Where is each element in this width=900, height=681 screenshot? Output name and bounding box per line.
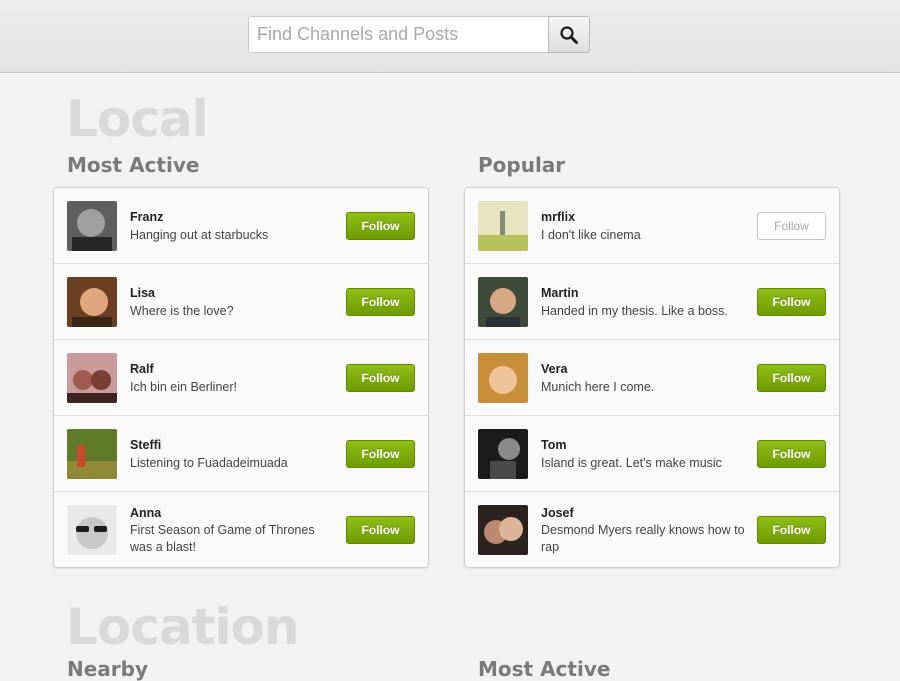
user-status: Hanging out at starbucks [130, 228, 269, 242]
user-status: Handed in my thesis. Like a boss. [541, 304, 728, 318]
list-item: Steffi Listening to Fuadadeimuada Follow [54, 416, 428, 492]
search-input[interactable] [248, 16, 549, 53]
follow-button[interactable]: Follow [757, 516, 826, 544]
avatar[interactable] [67, 201, 117, 251]
local-popular-title: Popular [478, 153, 566, 177]
user-status: Munich here I come. [541, 380, 655, 394]
user-name[interactable]: Josef [541, 506, 574, 520]
avatar[interactable] [67, 429, 117, 479]
user-name[interactable]: Anna [130, 506, 161, 520]
avatar[interactable] [478, 505, 528, 555]
list-item: Martin Handed in my thesis. Like a boss.… [465, 264, 839, 340]
list-item: Franz Hanging out at starbucks Follow [54, 188, 428, 264]
follow-button[interactable]: Follow [757, 440, 826, 468]
user-name[interactable]: Steffi [130, 438, 161, 452]
location-nearby-title: Nearby [67, 657, 149, 681]
list-item: Tom Island is great. Let's make music Fo… [465, 416, 839, 492]
follow-button[interactable]: Follow [346, 212, 415, 240]
follow-button[interactable]: Follow [346, 440, 415, 468]
list-item: Lisa Where is the love? Follow [54, 264, 428, 340]
avatar[interactable] [67, 505, 117, 555]
follow-button[interactable]: Follow [757, 212, 826, 240]
user-status: Ich bin ein Berliner! [130, 380, 238, 394]
section-title-local: Local [66, 90, 209, 148]
follow-button[interactable]: Follow [346, 516, 415, 544]
user-status: I don't like cinema [541, 228, 641, 242]
local-popular-panel: mrflix I don't like cinema Follow Martin… [464, 187, 840, 568]
avatar[interactable] [478, 353, 528, 403]
user-status: Where is the love? [130, 304, 234, 318]
list-item: Anna First Season of Game of Thrones was… [54, 492, 428, 567]
user-name[interactable]: Ralf [130, 362, 154, 376]
search-bar [248, 16, 590, 53]
search-icon [560, 25, 578, 44]
section-title-location: Location [66, 598, 300, 656]
user-status: First Season of Game of Thrones was a bl… [130, 523, 315, 554]
top-bar [0, 0, 900, 73]
list-item: Vera Munich here I come. Follow [465, 340, 839, 416]
local-most-active-panel: Franz Hanging out at starbucks Follow Li… [53, 187, 429, 568]
avatar[interactable] [67, 277, 117, 327]
user-status: Island is great. Let's make music [541, 456, 722, 470]
user-name[interactable]: Tom [541, 438, 566, 452]
follow-button[interactable]: Follow [346, 288, 415, 316]
user-status: Desmond Myers really knows how to rap [541, 523, 745, 554]
avatar[interactable] [478, 429, 528, 479]
avatar[interactable] [478, 201, 528, 251]
follow-button[interactable]: Follow [757, 364, 826, 392]
list-item: mrflix I don't like cinema Follow [465, 188, 839, 264]
follow-button[interactable]: Follow [346, 364, 415, 392]
avatar[interactable] [67, 353, 117, 403]
avatar[interactable] [478, 277, 528, 327]
user-name[interactable]: Martin [541, 286, 579, 300]
user-name[interactable]: Lisa [130, 286, 155, 300]
list-item: Josef Desmond Myers really knows how to … [465, 492, 839, 567]
location-most-active-title: Most Active [478, 657, 611, 681]
user-name[interactable]: Franz [130, 210, 163, 224]
local-most-active-title: Most Active [67, 153, 200, 177]
follow-button[interactable]: Follow [757, 288, 826, 316]
list-item: Ralf Ich bin ein Berliner! Follow [54, 340, 428, 416]
search-button[interactable] [548, 16, 590, 53]
user-status: Listening to Fuadadeimuada [130, 456, 288, 470]
user-name[interactable]: Vera [541, 362, 567, 376]
user-name[interactable]: mrflix [541, 210, 575, 224]
